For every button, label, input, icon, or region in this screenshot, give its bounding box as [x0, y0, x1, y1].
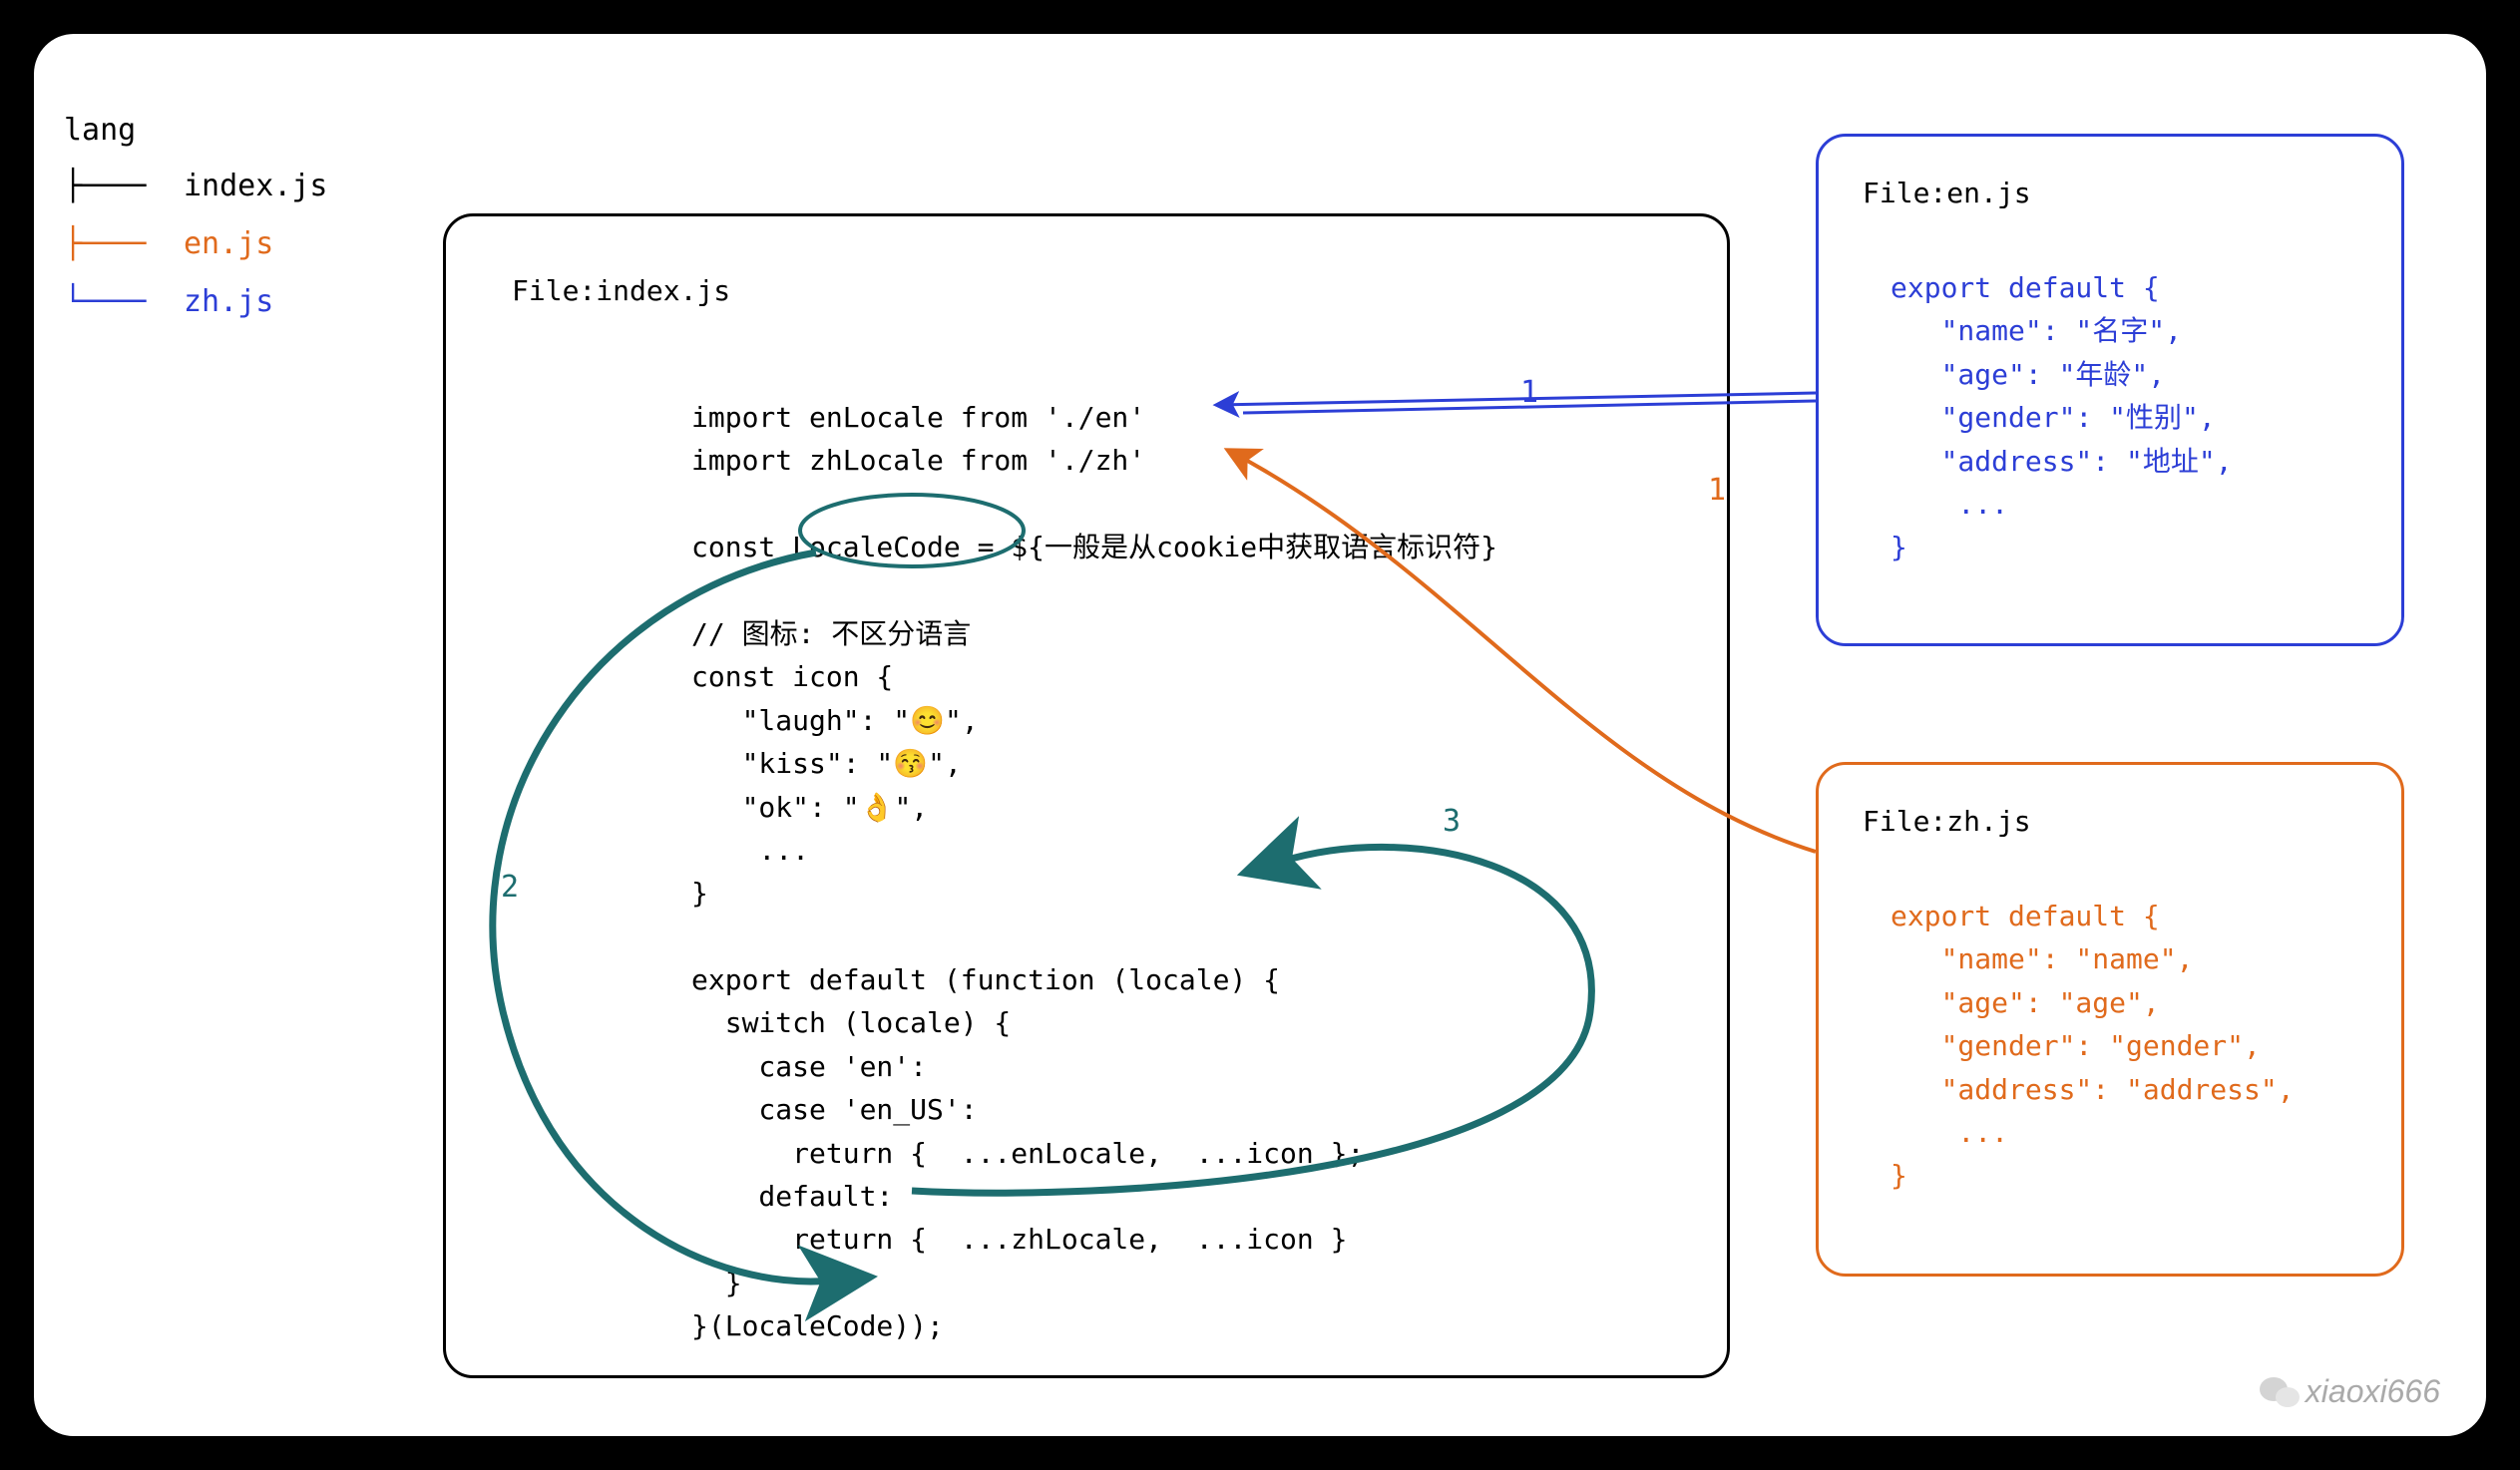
file-title: File:index.js [512, 274, 730, 307]
arrow-label-loop-down: 2 [501, 870, 519, 905]
tree-item-label: zh.js [184, 275, 273, 329]
file-box-zh: File:zh.js export default { "name": "nam… [1816, 762, 2404, 1277]
tree-branch-glyph: ├──── [64, 217, 174, 271]
watermark: xiaoxi666 [2260, 1373, 2440, 1410]
tree-branch-glyph: └──── [64, 275, 174, 329]
wechat-icon [2260, 1375, 2300, 1409]
arrow-label-zh: 1 [1708, 473, 1726, 508]
file-code: export default { "name": "name", "age": … [1890, 895, 2295, 1198]
file-box-en: File:en.js export default { "name": "名字"… [1816, 134, 2404, 646]
diagram-canvas: lang ├──── index.js ├──── en.js └──── zh… [34, 34, 2486, 1436]
tree-branch-glyph: ├──── [64, 160, 174, 213]
tree-item-label: en.js [184, 217, 273, 271]
tree-item-label: index.js [184, 160, 328, 213]
file-code: export default { "name": "名字", "age": "年… [1890, 266, 2233, 569]
file-title: File:en.js [1863, 177, 2031, 209]
watermark-text: xiaoxi666 [2306, 1373, 2440, 1410]
arrow-label-loop-up: 3 [1443, 804, 1461, 839]
tree-item-zh: └──── zh.js [64, 273, 328, 331]
file-code: import enLocale from './en' import zhLoc… [691, 396, 1497, 1348]
tree-item-index: ├──── index.js [64, 158, 328, 215]
tree-item-en: ├──── en.js [64, 215, 328, 273]
file-tree: lang ├──── index.js ├──── en.js └──── zh… [64, 104, 328, 331]
arrow-label-en: 1 [1520, 375, 1538, 410]
tree-root-label: lang [64, 104, 328, 158]
file-title: File:zh.js [1863, 805, 2031, 838]
